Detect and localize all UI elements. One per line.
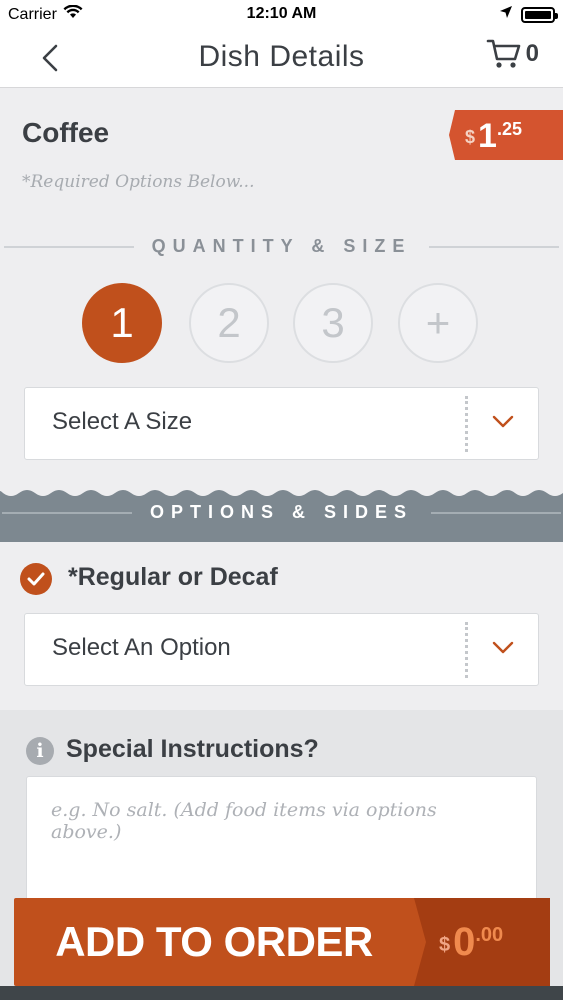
total-cents: .00 [475, 924, 504, 946]
quantity-section-title: QUANTITY & SIZE [0, 236, 563, 257]
total-whole: 0 [453, 920, 476, 964]
price-whole: 1 [478, 117, 497, 155]
page-title: Dish Details [198, 40, 365, 73]
price-currency: $ [465, 127, 476, 147]
special-instructions-label: Special Instructions? [66, 735, 319, 763]
quantity-option-2[interactable]: 2 [189, 283, 269, 363]
options-section-band: OPTIONS & SIDES [0, 487, 563, 542]
info-icon: i [26, 737, 54, 765]
dish-name: Coffee [22, 117, 110, 148]
cart-button[interactable]: 0 [486, 38, 539, 70]
chevron-down-icon [492, 641, 514, 654]
add-to-order-button[interactable]: ADD TO ORDER $ 0 .00 [14, 898, 550, 986]
options-section-label: OPTIONS & SIDES [149, 502, 414, 522]
quantity-option-more[interactable]: + [398, 283, 478, 363]
check-icon [20, 563, 52, 595]
size-select[interactable]: Select A Size [24, 387, 539, 460]
cart-count: 0 [525, 40, 539, 67]
bottom-strip [0, 986, 563, 1000]
location-arrow-icon [499, 5, 513, 24]
price-cents: .25 [496, 119, 522, 139]
cart-icon [486, 39, 520, 68]
price-tag: $ 1 .25 [449, 110, 563, 160]
option-select-label: Select An Option [52, 634, 231, 661]
battery-icon [521, 6, 558, 23]
status-time: 12:10 AM [246, 5, 317, 22]
total-currency: $ [439, 934, 451, 956]
status-right [499, 5, 558, 24]
chevron-down-icon [492, 415, 514, 428]
required-note: *Required Options Below... [22, 172, 255, 192]
size-select-label: Select A Size [52, 408, 193, 435]
price-value: $ 1 .25 [465, 117, 522, 156]
wave-edge [0, 487, 563, 496]
quantity-option-3[interactable]: 3 [293, 283, 373, 363]
order-total: $ 0 .00 [439, 920, 503, 965]
option-select[interactable]: Select An Option [24, 613, 539, 686]
add-to-order-label: ADD TO ORDER [55, 918, 373, 965]
quantity-option-1[interactable]: 1 [82, 283, 162, 363]
quantity-section-label: QUANTITY & SIZE [151, 236, 412, 256]
status-bar: Carrier 12:10 AM [0, 0, 563, 30]
select-divider [465, 396, 468, 452]
select-divider [465, 622, 468, 678]
option-group-label: *Regular or Decaf [68, 563, 278, 591]
nav-bar: Dish Details 0 [0, 30, 563, 88]
